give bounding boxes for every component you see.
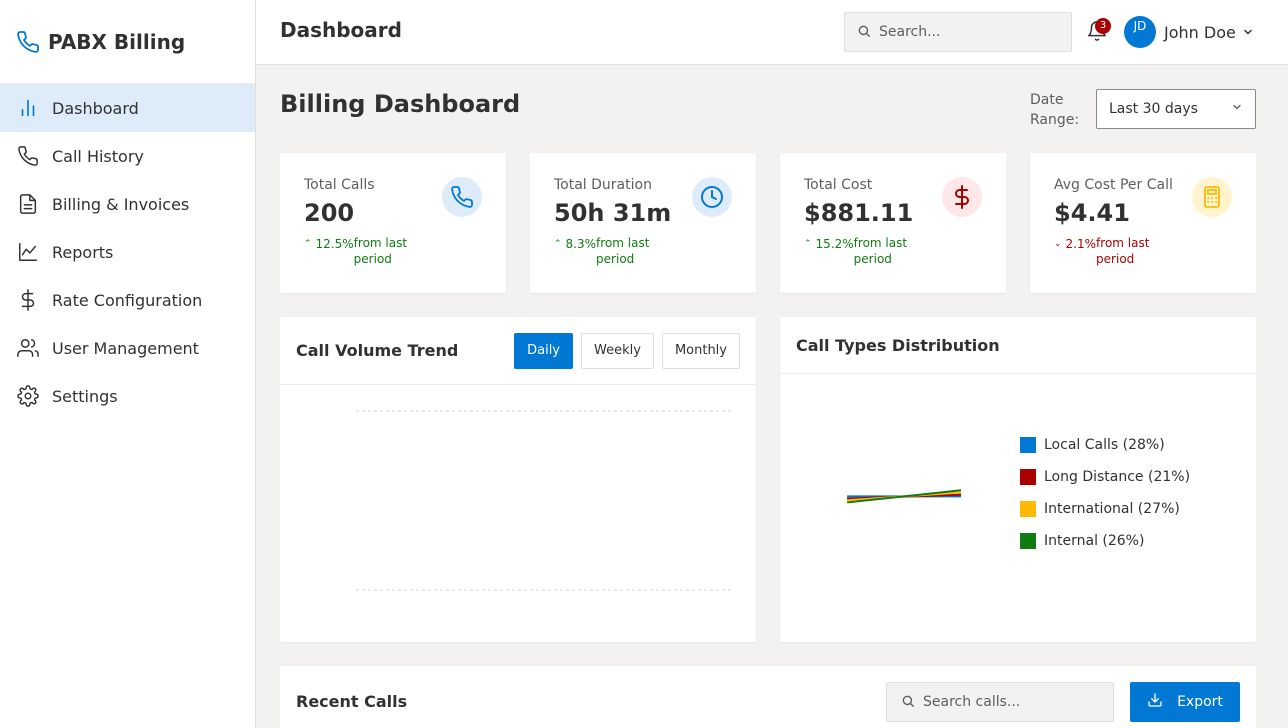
sidebar-item-reports[interactable]: Reports — [0, 228, 255, 276]
arrow-up-icon: ⌃ — [554, 239, 562, 249]
export-label: Export — [1177, 694, 1223, 710]
legend-label: International (27%) — [1044, 501, 1180, 517]
stat-card-total-calls: Total Calls 200 ⌃ 12.5% from last period — [280, 153, 506, 293]
call-types-pie — [846, 489, 962, 504]
dashboard-title: Billing Dashboard — [280, 90, 521, 118]
sidebar-item-label: Billing & Invoices — [52, 194, 190, 214]
stat-change-pct: 8.3% — [565, 237, 597, 251]
phone-icon — [16, 144, 40, 168]
tab-monthly[interactable]: Monthly — [661, 332, 740, 369]
stat-change: ⌃ 15.2% from last period — [804, 235, 982, 267]
legend-swatch — [1020, 469, 1036, 485]
sidebar-item-user-management[interactable]: User Management — [0, 324, 255, 372]
sidebar-item-rate-configuration[interactable]: Rate Configuration — [0, 276, 255, 324]
document-icon — [16, 192, 40, 216]
stat-change-text: from last period — [853, 236, 908, 266]
search-icon — [857, 23, 871, 42]
search-icon — [901, 693, 915, 712]
recent-calls-search[interactable] — [886, 682, 1114, 722]
stat-card-total-cost: Total Cost $881.11 ⌃ 15.2% from last per… — [780, 153, 1006, 293]
legend-item: Internal (26%) — [1020, 525, 1190, 557]
legend-item: Local Calls (28%) — [1020, 429, 1190, 461]
sidebar-item-label: Dashboard — [52, 98, 139, 118]
recent-calls-panel: Recent Calls Export — [280, 666, 1256, 728]
legend-swatch — [1020, 533, 1036, 549]
period-toggle: Daily Weekly Monthly — [514, 332, 740, 369]
chevron-down-icon — [1231, 101, 1243, 117]
sidebar: PABX Billing Dashboard Call History Bill… — [0, 0, 256, 728]
chevron-down-icon — [1242, 23, 1254, 42]
date-range-select[interactable]: Last 30 days — [1096, 89, 1256, 129]
legend-item: Long Distance (21%) — [1020, 461, 1190, 493]
page-title: Dashboard — [280, 18, 402, 42]
sidebar-item-billing[interactable]: Billing & Invoices — [0, 180, 255, 228]
stat-change-pct: 15.2% — [815, 237, 854, 251]
call-types-panel: Call Types Distribution Local Calls (28%… — [780, 317, 1256, 642]
stat-change-pct: 2.1% — [1065, 237, 1097, 251]
stat-change: ⌃ 8.3% from last period — [554, 235, 732, 267]
stat-card-total-duration: Total Duration 50h 31m ⌃ 8.3% from last … — [530, 153, 756, 293]
sidebar-item-settings[interactable]: Settings — [0, 372, 255, 420]
dollar-icon — [942, 177, 982, 217]
user-menu[interactable]: JD John Doe — [1124, 16, 1254, 48]
stat-change-text: from last period — [596, 236, 650, 266]
arrow-up-icon: ⌃ — [304, 239, 312, 249]
stat-change: ⌃ 12.5% from last period — [304, 235, 482, 267]
date-range-label: Date Range: — [1030, 92, 1080, 128]
call-volume-panel: Call Volume Trend Daily Weekly Monthly — [280, 317, 756, 642]
legend-label: Long Distance (21%) — [1044, 469, 1191, 485]
line-chart-icon — [16, 240, 40, 264]
arrow-down-icon: ⌄ — [1054, 239, 1062, 249]
call-types-title: Call Types Distribution — [796, 335, 1000, 355]
notification-badge: 3 — [1095, 18, 1111, 34]
sidebar-item-label: Rate Configuration — [52, 290, 203, 310]
stat-change-text: from last period — [353, 236, 408, 266]
brand[interactable]: PABX Billing — [0, 0, 255, 84]
sidebar-nav: Dashboard Call History Billing & Invoice… — [0, 84, 255, 420]
clock-icon — [692, 177, 732, 217]
search-box[interactable] — [844, 12, 1072, 52]
top-header: Dashboard 3 JD John Doe — [256, 0, 1288, 65]
calculator-icon — [1192, 177, 1232, 217]
avatar: JD — [1124, 16, 1156, 48]
export-button[interactable]: Export — [1130, 682, 1240, 722]
call-types-legend: Local Calls (28%) Long Distance (21%) In… — [1020, 429, 1190, 557]
sidebar-item-label: User Management — [52, 338, 199, 358]
tab-daily[interactable]: Daily — [514, 332, 574, 369]
user-name: John Doe — [1164, 22, 1236, 42]
call-volume-chart — [356, 410, 732, 591]
stat-change: ⌄ 2.1% from last period — [1054, 235, 1232, 267]
legend-swatch — [1020, 501, 1036, 517]
phone-icon — [16, 30, 40, 54]
phone-icon — [442, 177, 482, 217]
arrow-up-icon: ⌃ — [804, 239, 812, 249]
legend-label: Internal (26%) — [1044, 533, 1145, 549]
sidebar-item-label: Call History — [52, 146, 144, 166]
stat-change-pct: 12.5% — [315, 237, 354, 251]
sidebar-item-label: Settings — [52, 386, 118, 406]
app-name: PABX Billing — [48, 29, 186, 54]
recent-calls-search-input[interactable] — [923, 694, 1103, 710]
stat-card-avg-cost: Avg Cost Per Call $4.41 ⌄ 2.1% from last… — [1030, 153, 1256, 293]
dollar-icon — [16, 288, 40, 312]
sidebar-item-dashboard[interactable]: Dashboard — [0, 84, 255, 132]
users-icon — [16, 336, 40, 360]
date-range-value: Last 30 days — [1109, 101, 1198, 117]
search-input[interactable] — [879, 24, 1049, 40]
stat-change-text: from last period — [1096, 236, 1150, 266]
sidebar-item-call-history[interactable]: Call History — [0, 132, 255, 180]
sidebar-item-label: Reports — [52, 242, 114, 262]
legend-label: Local Calls (28%) — [1044, 437, 1165, 453]
gear-icon — [16, 384, 40, 408]
download-icon — [1147, 692, 1163, 712]
legend-item: International (27%) — [1020, 493, 1190, 525]
panel-header: Call Volume Trend Daily Weekly Monthly — [280, 317, 756, 385]
call-volume-title: Call Volume Trend — [296, 341, 459, 360]
tab-weekly[interactable]: Weekly — [581, 332, 654, 369]
bar-chart-icon — [16, 96, 40, 120]
recent-calls-title: Recent Calls — [296, 692, 408, 711]
panel-header: Call Types Distribution — [780, 317, 1256, 374]
legend-swatch — [1020, 437, 1036, 453]
